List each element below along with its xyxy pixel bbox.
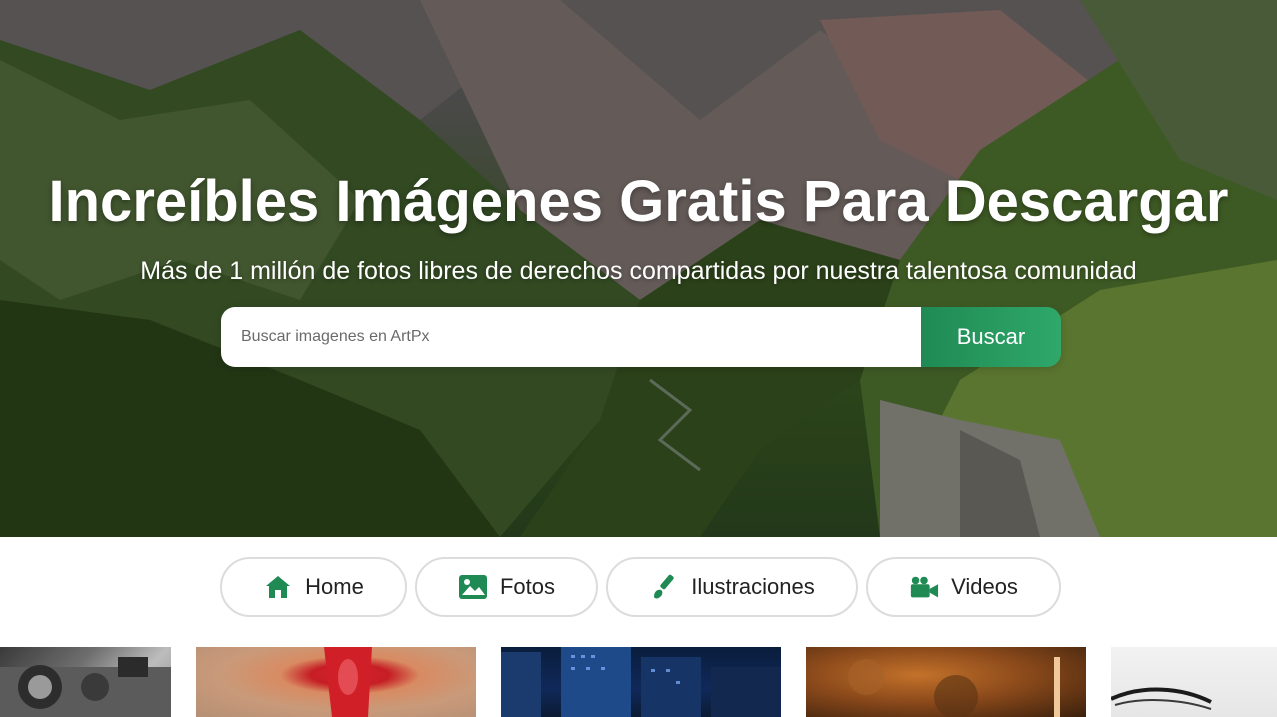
red-object-photo [324, 647, 372, 717]
texture-photo [848, 657, 1060, 717]
image-thumbnail[interactable] [501, 647, 781, 717]
camera-photo [0, 657, 171, 717]
image-icon [458, 573, 488, 601]
image-thumbnail[interactable] [1111, 647, 1277, 717]
image-thumbnail[interactable] [0, 647, 171, 717]
image-thumbnail[interactable] [196, 647, 476, 717]
nav-item-home[interactable]: Home [220, 557, 407, 617]
nav-item-label: Fotos [499, 574, 556, 599]
hero-subtitle: Más de 1 millón de fotos libres de derec… [140, 257, 1137, 285]
eye-photo [1111, 687, 1212, 710]
nav-item-label: Videos [951, 574, 1018, 599]
brush-icon [649, 573, 679, 601]
image-grid [0, 647, 1277, 717]
hero-banner: Increíbles Imágenes Gratis Para Descarga… [0, 0, 1277, 537]
video-camera-icon [909, 573, 939, 601]
search-input[interactable] [221, 307, 921, 367]
search-button[interactable]: Buscar [921, 307, 1061, 367]
city-night-photo [501, 647, 781, 717]
hero-title: Increíbles Imágenes Gratis Para Descarga… [48, 169, 1229, 234]
nav-item-fotos[interactable]: Fotos [415, 557, 598, 617]
home-icon [263, 573, 293, 601]
nav-item-videos[interactable]: Videos [866, 557, 1061, 617]
nav-item-ilustraciones[interactable]: Ilustraciones [606, 557, 858, 617]
category-nav: Home Fotos Ilustraciones Videos [0, 557, 1277, 617]
nav-item-label: Home [305, 574, 364, 599]
nav-item-label: Ilustraciones [691, 574, 815, 599]
search-form: Buscar [221, 307, 1061, 367]
image-thumbnail[interactable] [806, 647, 1086, 717]
